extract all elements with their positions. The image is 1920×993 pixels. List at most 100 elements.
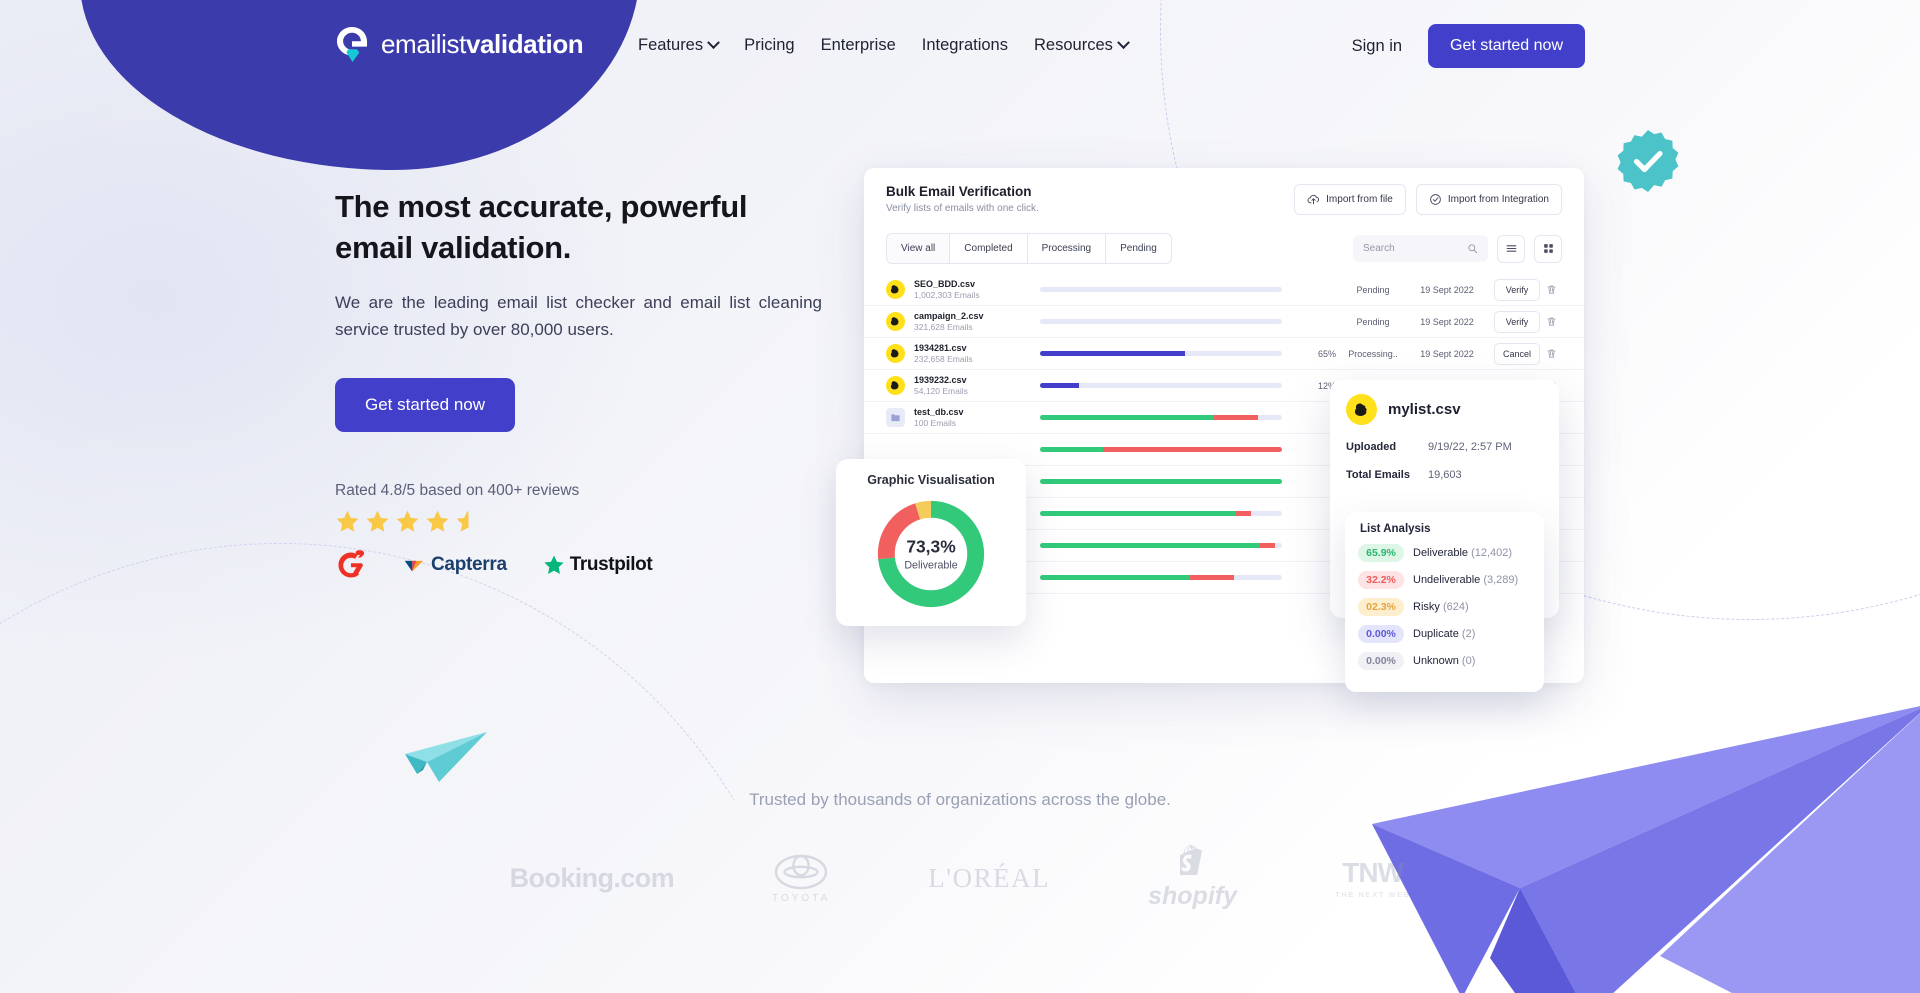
file-email-count: 1,002,303 Emails (914, 289, 980, 300)
progress-segment-green (1040, 415, 1215, 420)
booking-logo-text: Booking.com (509, 862, 675, 893)
file-email-count: 321,628 Emails (914, 321, 973, 332)
file-name: 1934281.csv (914, 342, 967, 353)
import-from-integration-button[interactable]: Import from Integration (1415, 184, 1562, 215)
chevron-down-icon (1117, 36, 1130, 50)
list-view-button[interactable] (1497, 234, 1525, 263)
header-get-started-button[interactable]: Get started now (1428, 24, 1585, 68)
trustpilot-badge[interactable]: Trustpilot (543, 554, 653, 576)
list-analysis-row: 0.00% Unknown (0) (1358, 652, 1531, 670)
table-row[interactable]: 1934281.csv 232,658 Emails 65% Processing..… (864, 338, 1584, 370)
analysis-label: Risky (624) (1413, 601, 1469, 613)
analysis-label: Duplicate (2) (1413, 628, 1476, 640)
delete-icon[interactable] (1540, 316, 1562, 327)
capterra-badge[interactable]: Capterra (403, 554, 507, 576)
progress-bar (1040, 543, 1282, 548)
row-date: 19 Sept 2022 (1420, 348, 1474, 359)
logo-shopify: shopify (1148, 845, 1237, 911)
nav-item-pricing[interactable]: Pricing (744, 32, 794, 59)
row-file-cell: 1934281.csv 232,658 Emails (886, 342, 1024, 366)
progress-cell (1024, 351, 1298, 356)
row-action-button[interactable]: Cancel (1494, 342, 1540, 365)
tab-processing[interactable]: Processing (1026, 233, 1106, 264)
progress-segment-green (1040, 575, 1191, 580)
row-file-text: SEO_BDD.csv 1,002,303 Emails (914, 278, 980, 302)
list-icon (1506, 245, 1516, 252)
nav-item-features[interactable]: Features (638, 32, 720, 59)
mylist-header: mylist.csv (1346, 394, 1543, 425)
analysis-percent: 02.3% (1358, 598, 1404, 616)
analysis-percent: 0.00% (1358, 625, 1404, 643)
capterra-icon (404, 561, 424, 572)
nav-label: Pricing (744, 36, 795, 54)
nav-label: Enterprise (820, 36, 896, 54)
progress-cell (1024, 287, 1298, 292)
table-row[interactable]: SEO_BDD.csv 1,002,303 Emails Pending 19 Sep… (864, 274, 1584, 306)
nav-label: Features (638, 36, 704, 54)
row-date: 19 Sept 2022 (1420, 316, 1474, 327)
file-email-count: 100 Emails (914, 417, 957, 428)
analysis-label: Undeliverable (3,289) (1413, 574, 1519, 586)
list-analysis-card: List Analysis 65.9% Deliverable (12,402) 3… (1345, 512, 1544, 692)
nav-item-enterprise[interactable]: Enterprise (821, 32, 896, 59)
progress-percent: 65% (1317, 348, 1336, 359)
tab-view-all[interactable]: View all (886, 233, 950, 264)
mylist-uploaded-row: Uploaded 9/19/22, 2:57 PM (1346, 441, 1543, 453)
trustpilot-star-icon (544, 555, 564, 575)
progress-cell (1024, 447, 1298, 452)
nav-item-resources[interactable]: Resources (1034, 32, 1130, 59)
hero-get-started-button[interactable]: Get started now (335, 378, 516, 433)
dashboard-toolbar: View all Completed Processing Pending Se… (864, 233, 1584, 264)
check-circle-icon (1429, 194, 1441, 205)
row-action-button[interactable]: Verify (1494, 278, 1540, 301)
analysis-count: (12,402) (1471, 547, 1513, 559)
row-file-text: 1934281.csv 232,658 Emails (914, 342, 973, 366)
progress-segment-green (1040, 447, 1103, 452)
list-analysis-title: List Analysis (1360, 523, 1431, 535)
star-icon (426, 510, 449, 532)
trusted-caption: Trusted by thousands of organizations ac… (749, 790, 1171, 809)
mailchimp-icon (886, 375, 905, 395)
import-from-integration-label: Import from Integration (1447, 194, 1549, 205)
progress-segment-red (1236, 511, 1251, 516)
logo[interactable]: emailistvalidation (335, 24, 584, 64)
delete-icon[interactable] (1540, 284, 1562, 295)
search-input[interactable]: Search (1353, 235, 1488, 262)
dashboard-import-actions: Import from file Import from Integration (1294, 184, 1562, 215)
total-emails-label: Total Emails (1346, 469, 1410, 481)
delete-icon[interactable] (1540, 348, 1562, 359)
list-analysis-row: 0.00% Duplicate (2) (1358, 625, 1531, 643)
nav-item-integrations[interactable]: Integrations (922, 32, 1008, 59)
search-icon (1468, 244, 1478, 254)
analysis-count: (2) (1461, 628, 1476, 640)
g2-badge[interactable] (335, 549, 367, 581)
hero-section: The most accurate, powerful email valida… (335, 186, 827, 581)
mailchimp-icon (886, 279, 905, 299)
progress-segment-green (1040, 479, 1282, 484)
star-rating (335, 509, 827, 534)
uploaded-label: Uploaded (1346, 441, 1397, 453)
tab-pending[interactable]: Pending (1105, 233, 1172, 264)
star-icon (396, 510, 419, 532)
loreal-logo-text: L'ORÉAL (928, 862, 1051, 893)
progress-cell (1024, 319, 1298, 324)
progress-cell (1024, 383, 1298, 388)
viz-card-title: Graphic Visualisation (867, 473, 995, 487)
sign-in-link[interactable]: Sign in (1352, 37, 1402, 56)
page-root: emailistvalidation Features Pricing Ente… (0, 0, 1920, 993)
file-email-count: 54,120 Emails (914, 385, 968, 396)
logo-toyota: TOYOTA (772, 853, 830, 904)
rating-text: Rated 4.8/5 based on 400+ reviews (335, 482, 580, 500)
logo-loreal: L'ORÉAL (928, 863, 1050, 894)
row-action-button[interactable]: Verify (1494, 310, 1540, 333)
table-row[interactable]: campaign_2.csv 321,628 Emails Pending 19 Se… (864, 306, 1584, 338)
filter-tabs: View all Completed Processing Pending (886, 233, 1172, 264)
mailchimp-icon (886, 311, 905, 331)
tab-completed[interactable]: Completed (949, 233, 1027, 264)
shopify-logo-text: shopify (1148, 882, 1238, 910)
row-date: 19 Sept 2022 (1420, 284, 1474, 295)
import-from-file-button[interactable]: Import from file (1294, 184, 1406, 215)
uploaded-value: 9/19/22, 2:57 PM (1428, 441, 1512, 453)
grid-view-button[interactable] (1534, 234, 1562, 263)
row-file-cell: test_db.csv 100 Emails (886, 406, 1024, 430)
